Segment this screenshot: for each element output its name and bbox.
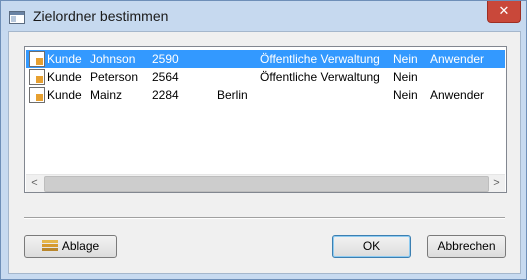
ablage-button[interactable]: Ablage [24, 235, 117, 258]
dialog-body: Kunde Johnson 2590 Öffentliche Verwaltun… [8, 31, 521, 274]
row-sector: Öffentliche Verwaltung [260, 70, 380, 84]
row-number: 2284 [152, 88, 179, 102]
row-role: Anwender [430, 52, 485, 66]
window-title: Zielordner bestimmen [33, 8, 169, 24]
folder-list[interactable]: Kunde Johnson 2590 Öffentliche Verwaltun… [24, 46, 507, 193]
row-flag: Nein [393, 88, 418, 102]
row-number: 2590 [152, 52, 179, 66]
row-type: Kunde [47, 70, 82, 84]
list-item[interactable]: Kunde Johnson 2590 Öffentliche Verwaltun… [26, 50, 505, 68]
row-role: Anwender [430, 88, 485, 102]
row-sector: Öffentliche Verwaltung [260, 52, 380, 66]
row-city: Berlin [217, 88, 248, 102]
row-type: Kunde [47, 52, 82, 66]
row-name: Johnson [90, 52, 136, 66]
close-button[interactable]: ✕ [487, 1, 521, 23]
cancel-button[interactable]: Abbrechen [427, 235, 506, 258]
row-type: Kunde [47, 88, 82, 102]
row-name: Peterson [90, 70, 139, 84]
horizontal-scrollbar[interactable]: < > [26, 174, 505, 192]
ablage-label: Ablage [61, 239, 100, 253]
row-flag: Nein [393, 52, 418, 66]
row-number: 2564 [152, 70, 179, 84]
scrollbar-thumb[interactable] [44, 176, 489, 192]
document-chart-icon [29, 51, 45, 67]
divider [24, 217, 505, 219]
dialog-window: Zielordner bestimmen ✕ Kunde Johnson 259… [0, 0, 527, 280]
document-chart-icon [29, 87, 45, 103]
tray-icon [41, 240, 58, 252]
row-flag: Nein [393, 70, 418, 84]
document-chart-icon [29, 69, 45, 85]
scroll-right-icon[interactable]: > [488, 175, 505, 192]
row-name: Mainz [90, 88, 123, 102]
title-bar[interactable]: Zielordner bestimmen ✕ [1, 1, 526, 31]
list-item[interactable]: Kunde Mainz 2284 Berlin Nein Anwender [26, 86, 505, 104]
list-item[interactable]: Kunde Peterson 2564 Öffentliche Verwaltu… [26, 68, 505, 86]
window-icon [9, 11, 25, 24]
ok-button[interactable]: OK [332, 235, 411, 258]
scroll-left-icon[interactable]: < [26, 175, 43, 192]
